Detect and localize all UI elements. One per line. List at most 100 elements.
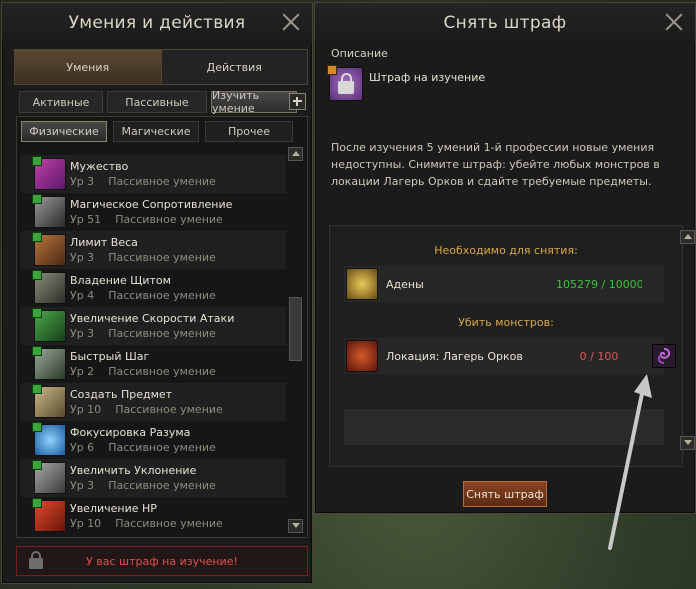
skills-panel: Физические Магические Прочее Мужество Ур… — [16, 116, 308, 538]
close-icon[interactable] — [665, 13, 683, 31]
skill-level: Ур 10 — [70, 516, 102, 530]
skill-level: Ур 3 — [70, 326, 95, 340]
window-title-bar[interactable]: Умения и действия — [2, 3, 312, 43]
learning-penalty-icon — [327, 65, 363, 101]
list-item[interactable]: Увеличение Скорости Атаки Ур 3 Пассивное … — [20, 307, 286, 345]
required-item-row: Адены 105279 / 100000 — [344, 266, 664, 302]
skill-name: Быстрый Шаг — [70, 349, 150, 363]
skill-type: Пассивное умение — [108, 326, 216, 340]
scroll-thumb[interactable] — [289, 297, 302, 361]
main-tabs: Умения Действия — [14, 49, 308, 85]
skill-level: Ур 6 — [70, 440, 95, 454]
fast-step-icon — [32, 346, 66, 380]
skill-name: Владение Щитом — [70, 273, 171, 287]
window-title: Умения и действия — [68, 13, 246, 33]
list-item[interactable]: Быстрый Шаг Ур 2 Пассивное умение — [20, 345, 286, 383]
list-item[interactable]: Владение Щитом Ур 4 Пассивное умение — [20, 269, 286, 307]
skill-type: Пассивное умение — [108, 288, 216, 302]
hp-boost-icon — [32, 498, 66, 532]
skill-name: Фокусировка Разума — [70, 425, 191, 439]
skill-type: Пассивное умение — [108, 364, 216, 378]
tab-magical[interactable]: Магические — [113, 121, 199, 142]
skills-scrollbar[interactable] — [288, 147, 303, 533]
tab-passive[interactable]: Пассивные — [107, 91, 207, 113]
skill-type: Пассивное умение — [115, 402, 223, 416]
attack-speed-icon — [32, 308, 66, 342]
magic-resistance-icon — [32, 194, 66, 228]
item-name: Адены — [386, 277, 424, 291]
skill-type: Пассивное умение — [108, 250, 216, 264]
list-item-partial — [20, 147, 286, 155]
scroll-down-icon[interactable] — [288, 519, 303, 533]
monster-location: Локация: Лагерь Орков — [386, 349, 523, 363]
plus-icon[interactable] — [289, 93, 306, 110]
remove-penalty-button[interactable]: Снять штраф — [463, 481, 547, 507]
skill-type: Пассивное умение — [108, 478, 216, 492]
skill-type: Пассивное умение — [115, 516, 223, 530]
list-item[interactable]: Увеличить Уклонение Ур 3 Пассивное умение — [20, 459, 286, 497]
weight-limit-icon — [32, 232, 66, 266]
badge-icon — [327, 65, 337, 75]
shield-mastery-icon — [32, 270, 66, 304]
scroll-down-icon[interactable] — [680, 436, 695, 450]
list-item[interactable]: Лимит Веса Ур 3 Пассивное умение — [20, 231, 286, 269]
skill-type: Пассивное умение — [108, 440, 216, 454]
list-item[interactable]: Мужество Ур 3 Пассивное умение — [20, 155, 286, 193]
skill-name: Увеличение Скорости Атаки — [70, 311, 235, 325]
item-progress: 105279 / 100000 — [556, 277, 642, 291]
skills-list: Мужество Ур 3 Пассивное умение Магическое… — [20, 147, 286, 535]
lock-icon — [29, 550, 43, 569]
scroll-up-icon[interactable] — [680, 230, 695, 244]
skill-level: Ур 51 — [70, 212, 102, 226]
kill-header: Убить монстров: — [458, 316, 554, 329]
monster-progress: 0 / 100 — [579, 349, 619, 363]
skill-name: Лимит Веса — [70, 235, 138, 249]
tab-actions[interactable]: Действия — [160, 50, 307, 84]
close-icon[interactable] — [282, 13, 300, 31]
description-label: Описание — [331, 47, 388, 60]
evasion-icon — [32, 460, 66, 494]
skill-name: Увеличение HP — [70, 501, 157, 515]
teleport-icon[interactable] — [652, 344, 676, 368]
skill-level: Ур 3 — [70, 174, 95, 188]
list-item[interactable]: Увеличение HP Ур 10 Пассивное умение — [20, 497, 286, 535]
skill-level: Ур 3 — [70, 478, 95, 492]
window-title: Снять штраф — [443, 13, 567, 33]
list-item[interactable]: Фокусировка Разума Ур 6 Пассивное умение — [20, 421, 286, 459]
list-item[interactable]: Создать Предмет Ур 10 Пассивное умение — [20, 383, 286, 421]
skill-name: Создать Предмет — [70, 387, 173, 401]
list-item[interactable]: Магическое Сопротивление Ур 51 Пассивное … — [20, 193, 286, 231]
tab-learn-skill[interactable]: Изучить умение — [211, 89, 297, 115]
skill-level: Ур 4 — [70, 288, 95, 302]
penalty-warning[interactable]: У вас штраф на изучение! — [16, 546, 308, 576]
adena-icon — [346, 268, 378, 300]
orc-icon — [346, 340, 378, 372]
skills-actions-window: Умения и действия Умения Действия Активн… — [1, 2, 313, 584]
tab-skills[interactable]: Умения — [15, 50, 161, 84]
skill-level: Ур 10 — [70, 402, 102, 416]
tab-physical[interactable]: Физические — [21, 121, 107, 142]
skill-name: Увеличить Уклонение — [70, 463, 197, 477]
create-item-icon — [32, 384, 66, 418]
skill-name: Магическое Сопротивление — [70, 197, 233, 211]
skill-level: Ур 2 — [70, 364, 95, 378]
penalty-warning-text: У вас штраф на изучение! — [86, 554, 238, 568]
pointer-arrow-icon — [608, 374, 652, 550]
monster-row: Локация: Лагерь Орков 0 / 100 — [344, 338, 664, 374]
skill-type: Пассивное умение — [108, 174, 216, 188]
padlock-icon — [338, 73, 354, 94]
window-title-bar[interactable]: Снять штраф — [315, 3, 695, 43]
required-header: Необходимо для снятия: — [434, 244, 578, 257]
penalty-name: Штраф на изучение — [369, 71, 486, 84]
sub-tabs: Активные Пассивные Изучить умение — [19, 89, 297, 115]
mind-focus-icon — [32, 422, 66, 456]
skill-type: Пассивное умение — [115, 212, 223, 226]
tab-other[interactable]: Прочее — [205, 121, 293, 142]
tab-active[interactable]: Активные — [19, 91, 103, 113]
scroll-up-icon[interactable] — [288, 147, 303, 161]
penalty-description: После изучения 5 умений 1-й профессии но… — [331, 141, 660, 188]
skill-level: Ур 3 — [70, 250, 95, 264]
category-tabs: Физические Магические Прочее — [21, 121, 293, 142]
skill-name: Мужество — [70, 159, 129, 173]
courage-icon — [32, 156, 66, 190]
